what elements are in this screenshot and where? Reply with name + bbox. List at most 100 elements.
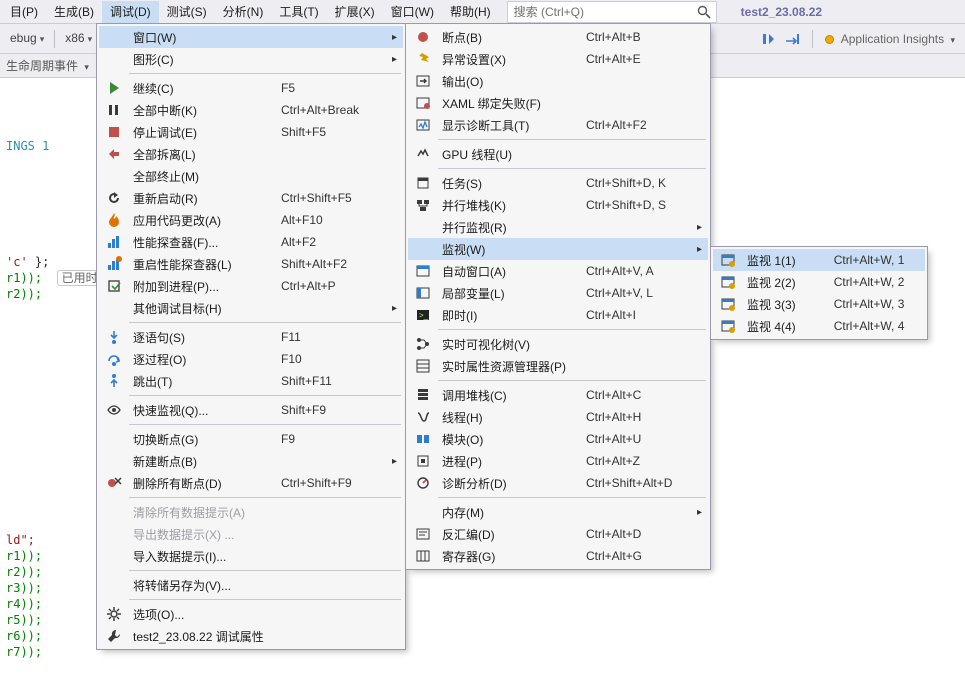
debug-menu-item[interactable]: 停止调试(E)Shift+F5	[99, 121, 403, 143]
windows-menu-item-label: 任务(S)	[436, 175, 574, 192]
debug-menu-item[interactable]: 其他调试目标(H)▸	[99, 297, 403, 319]
menu-help[interactable]: 帮助(H)	[442, 1, 499, 23]
debug-menu-item-label: 重新启动(R)	[127, 190, 269, 207]
debug-menu-item[interactable]: 重新启动(R)Ctrl+Shift+F5	[99, 187, 403, 209]
app-insights[interactable]: Application Insights ▾	[825, 32, 955, 46]
debug-menu-item[interactable]: 快速监视(Q)...Shift+F9	[99, 399, 403, 421]
step-icon-1[interactable]	[760, 31, 776, 47]
debug-menu-item[interactable]: test2_23.08.22 调试属性	[99, 625, 403, 647]
windows-menu-item[interactable]: 自动窗口(A)Ctrl+Alt+V, A	[408, 260, 708, 282]
attach-icon	[101, 275, 127, 297]
toolbar-sep	[54, 30, 55, 48]
menu-tools[interactable]: 工具(T)	[271, 1, 326, 23]
debug-menu-item[interactable]: 删除所有断点(D)Ctrl+Shift+F9	[99, 472, 403, 494]
platform-combo[interactable]: x86▾	[59, 24, 98, 53]
windows-menu-item[interactable]: 显示诊断工具(T)Ctrl+Alt+F2	[408, 114, 708, 136]
debug-menu-item[interactable]: 应用代码更改(A)Alt+F10	[99, 209, 403, 231]
perf2-icon	[101, 253, 127, 275]
windows-menu-item[interactable]: 实时属性资源管理器(P)	[408, 355, 708, 377]
debug-menu-item[interactable]: 将转储另存为(V)...	[99, 574, 403, 596]
w-icon	[715, 293, 741, 315]
debug-menu-item-label: 导出数据提示(X) ...	[127, 526, 379, 543]
blank-icon	[101, 501, 127, 523]
debug-menu-item-label: 新建断点(B)	[127, 453, 379, 470]
search-box[interactable]: 搜索 (Ctrl+Q)	[507, 1, 717, 23]
mod-icon	[410, 428, 436, 450]
debug-menu-item-shortcut: Shift+F11	[269, 374, 379, 388]
delbp-icon	[101, 472, 127, 494]
watch-menu-item[interactable]: 监视 1(1)Ctrl+Alt+W, 1	[713, 249, 925, 271]
debug-menu-item[interactable]: 选项(O)...	[99, 603, 403, 625]
windows-menu-item[interactable]: 监视(W)▸	[408, 238, 708, 260]
debug-menu-item-shortcut: Ctrl+Alt+Break	[269, 103, 379, 117]
submenu-arrow-icon: ▸	[697, 222, 702, 233]
watch-menu-item[interactable]: 监视 3(3)Ctrl+Alt+W, 3	[713, 293, 925, 315]
windows-menu-item[interactable]: GPU 线程(U)	[408, 143, 708, 165]
windows-menu-item-label: 进程(P)	[436, 453, 574, 470]
windows-menu-item[interactable]: 实时可视化树(V)	[408, 333, 708, 355]
watch-menu-item-label: 监视 4(4)	[741, 318, 822, 335]
debug-menu-item[interactable]: 逐过程(O)F10	[99, 348, 403, 370]
debug-menu-item-shortcut: Alt+F2	[269, 235, 379, 249]
debug-menu-item[interactable]: 跳出(T)Shift+F11	[99, 370, 403, 392]
menu-debug[interactable]: 调试(D)	[102, 1, 159, 23]
windows-menu-item[interactable]: 局部变量(L)Ctrl+Alt+V, L	[408, 282, 708, 304]
debug-menu-item[interactable]: 性能探查器(F)...Alt+F2	[99, 231, 403, 253]
debug-menu-separator	[129, 424, 401, 425]
debug-menu-item[interactable]: 逐语句(S)F11	[99, 326, 403, 348]
debug-menu-item[interactable]: 切换断点(G)F9	[99, 428, 403, 450]
windows-menu-item[interactable]: 输出(O)	[408, 70, 708, 92]
windows-menu-item[interactable]: >_即时(I)Ctrl+Alt+I	[408, 304, 708, 326]
debug-menu-item[interactable]: 继续(C)F5	[99, 77, 403, 99]
step-icon-2[interactable]	[784, 31, 800, 47]
debug-menu-item[interactable]: 全部拆离(L)	[99, 143, 403, 165]
stepinto-icon	[101, 326, 127, 348]
menu-window[interactable]: 窗口(W)	[383, 1, 442, 23]
windows-menu-item[interactable]: 寄存器(G)Ctrl+Alt+G	[408, 545, 708, 567]
debug-menu-item-label: 逐语句(S)	[127, 329, 269, 346]
menu-extensions[interactable]: 扩展(X)	[327, 1, 383, 23]
debug-menu-item-label: 全部拆离(L)	[127, 146, 379, 163]
windows-menu-item[interactable]: XAML 绑定失败(F)	[408, 92, 708, 114]
debug-menu-item-label: 全部中断(K)	[127, 102, 269, 119]
config-combo[interactable]: ebug▾	[4, 24, 50, 53]
task-icon	[410, 172, 436, 194]
windows-menu-item[interactable]: 异常设置(X)Ctrl+Alt+E	[408, 48, 708, 70]
windows-menu-item[interactable]: 调用堆栈(C)Ctrl+Alt+C	[408, 384, 708, 406]
windows-menu-item[interactable]: 内存(M)▸	[408, 501, 708, 523]
debug-menu-item[interactable]: 图形(C)▸	[99, 48, 403, 70]
windows-menu-item[interactable]: 线程(H)Ctrl+Alt+H	[408, 406, 708, 428]
debug-menu-item-label: 删除所有断点(D)	[127, 475, 269, 492]
windows-menu-item[interactable]: 并行堆栈(K)Ctrl+Shift+D, S	[408, 194, 708, 216]
windows-menu-item[interactable]: 并行监视(R)▸	[408, 216, 708, 238]
menu-test[interactable]: 测试(S)	[159, 1, 215, 23]
windows-menu-item[interactable]: 模块(O)Ctrl+Alt+U	[408, 428, 708, 450]
windows-menu: 断点(B)Ctrl+Alt+B异常设置(X)Ctrl+Alt+E输出(O)XAM…	[405, 23, 711, 570]
stepover-icon	[101, 348, 127, 370]
debug-menu-item[interactable]: 窗口(W)▸	[99, 26, 403, 48]
watch-menu-item[interactable]: 监视 2(2)Ctrl+Alt+W, 2	[713, 271, 925, 293]
debug-menu-item[interactable]: 全部中断(K)Ctrl+Alt+Break	[99, 99, 403, 121]
lifecycle-events[interactable]: 生命周期事件 ▾	[6, 57, 89, 74]
out-icon	[410, 70, 436, 92]
debug-menu-item[interactable]: 全部终止(M)	[99, 165, 403, 187]
debug-menu-item-label: 快速监视(Q)...	[127, 402, 269, 419]
windows-menu-item[interactable]: 反汇编(D)Ctrl+Alt+D	[408, 523, 708, 545]
debug-menu-item[interactable]: 导入数据提示(I)...	[99, 545, 403, 567]
windows-menu-separator	[438, 329, 706, 330]
windows-menu-item[interactable]: 任务(S)Ctrl+Shift+D, K	[408, 172, 708, 194]
windows-menu-item-shortcut: Ctrl+Alt+V, A	[574, 264, 684, 278]
menu-build[interactable]: 生成(B)	[46, 1, 102, 23]
debug-menu-item[interactable]: 重启性能探查器(L)Shift+Alt+F2	[99, 253, 403, 275]
debug-menu-item[interactable]: 新建断点(B)▸	[99, 450, 403, 472]
menu-analyze[interactable]: 分析(N)	[215, 1, 272, 23]
menu-project[interactable]: 目(P)	[2, 1, 46, 23]
windows-menu-item[interactable]: 进程(P)Ctrl+Alt+Z	[408, 450, 708, 472]
windows-menu-item-shortcut: Ctrl+Alt+I	[574, 308, 684, 322]
windows-menu-item-label: 局部变量(L)	[436, 285, 574, 302]
watch-menu-item[interactable]: 监视 4(4)Ctrl+Alt+W, 4	[713, 315, 925, 337]
debug-menu-item[interactable]: 附加到进程(P)...Ctrl+Alt+P	[99, 275, 403, 297]
submenu-arrow-icon: ▸	[392, 303, 397, 314]
windows-menu-item[interactable]: 诊断分析(D)Ctrl+Shift+Alt+D	[408, 472, 708, 494]
windows-menu-item[interactable]: 断点(B)Ctrl+Alt+B	[408, 26, 708, 48]
